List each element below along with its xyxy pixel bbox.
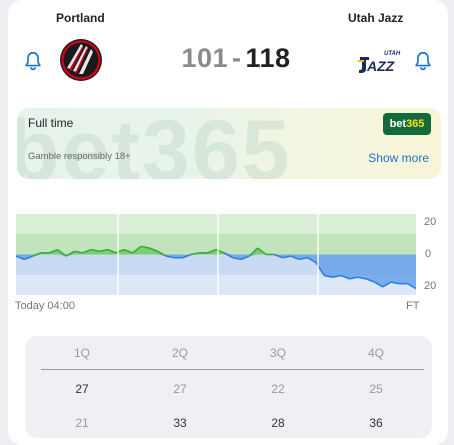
bet365-logo-text: bet365 (389, 118, 425, 130)
quarter-header: 3Q (269, 346, 286, 360)
show-more-link[interactable]: Show more (368, 151, 429, 165)
bet365-logo[interactable]: bet365 (383, 113, 431, 135)
away-quarter-row: 21 33 28 36 (25, 416, 432, 434)
quarter-header-row: 1Q 2Q 3Q 4Q (25, 346, 432, 364)
home-band-outer (16, 214, 416, 234)
momentum-end-time: FT (406, 300, 420, 312)
away-bell-icon[interactable] (412, 50, 434, 72)
home-team-name[interactable]: Portland (56, 11, 105, 25)
quarter-scores-table: 1Q 2Q 3Q 4Q 27 27 22 25 21 33 28 36 (25, 336, 432, 438)
away-quarter-score: 21 (75, 416, 89, 430)
away-score: 118 (245, 43, 291, 73)
home-quarter-score: 22 (271, 382, 285, 396)
match-card: Portland Utah Jazz 101-118 UTAH AZZ bet3… (8, 0, 448, 445)
trail-blazers-logo-icon[interactable] (58, 36, 104, 84)
match-status: Full time (28, 116, 74, 130)
gamble-notice: Gamble responsibly 18+ (28, 151, 131, 162)
home-score: 101 (181, 43, 228, 73)
svg-text:AZZ: AZZ (366, 58, 395, 74)
home-quarter-score: 27 (173, 382, 187, 396)
home-quarter-row: 27 27 22 25 (25, 382, 432, 400)
scoreboard: 101-118 (166, 43, 306, 74)
quarter-header: 2Q (171, 346, 188, 360)
axis-label-bottom: 20 (424, 280, 437, 292)
quarter-header: 4Q (367, 346, 384, 360)
axis-label-zero: 0 (425, 248, 432, 260)
quarter-divider (41, 369, 424, 370)
home-bell-icon[interactable] (22, 50, 44, 72)
svg-text:UTAH: UTAH (384, 51, 401, 57)
away-quarter-score: 33 (173, 416, 187, 430)
axis-label-top: 20 (424, 216, 437, 228)
quarter-header: 1Q (73, 346, 90, 360)
match-status-banner: bet365 Full time Gamble responsibly 18+ … (17, 108, 441, 179)
score-separator: - (232, 43, 242, 73)
home-quarter-score: 25 (369, 382, 383, 396)
away-quarter-score: 28 (271, 416, 285, 430)
momentum-start-time: Today 04:00 (15, 300, 75, 312)
home-quarter-score: 27 (75, 382, 89, 396)
utah-jazz-logo-icon[interactable]: UTAH AZZ (354, 47, 402, 75)
momentum-chart (16, 214, 416, 295)
away-team-name[interactable]: Utah Jazz (348, 11, 403, 25)
away-quarter-score: 36 (369, 416, 383, 430)
